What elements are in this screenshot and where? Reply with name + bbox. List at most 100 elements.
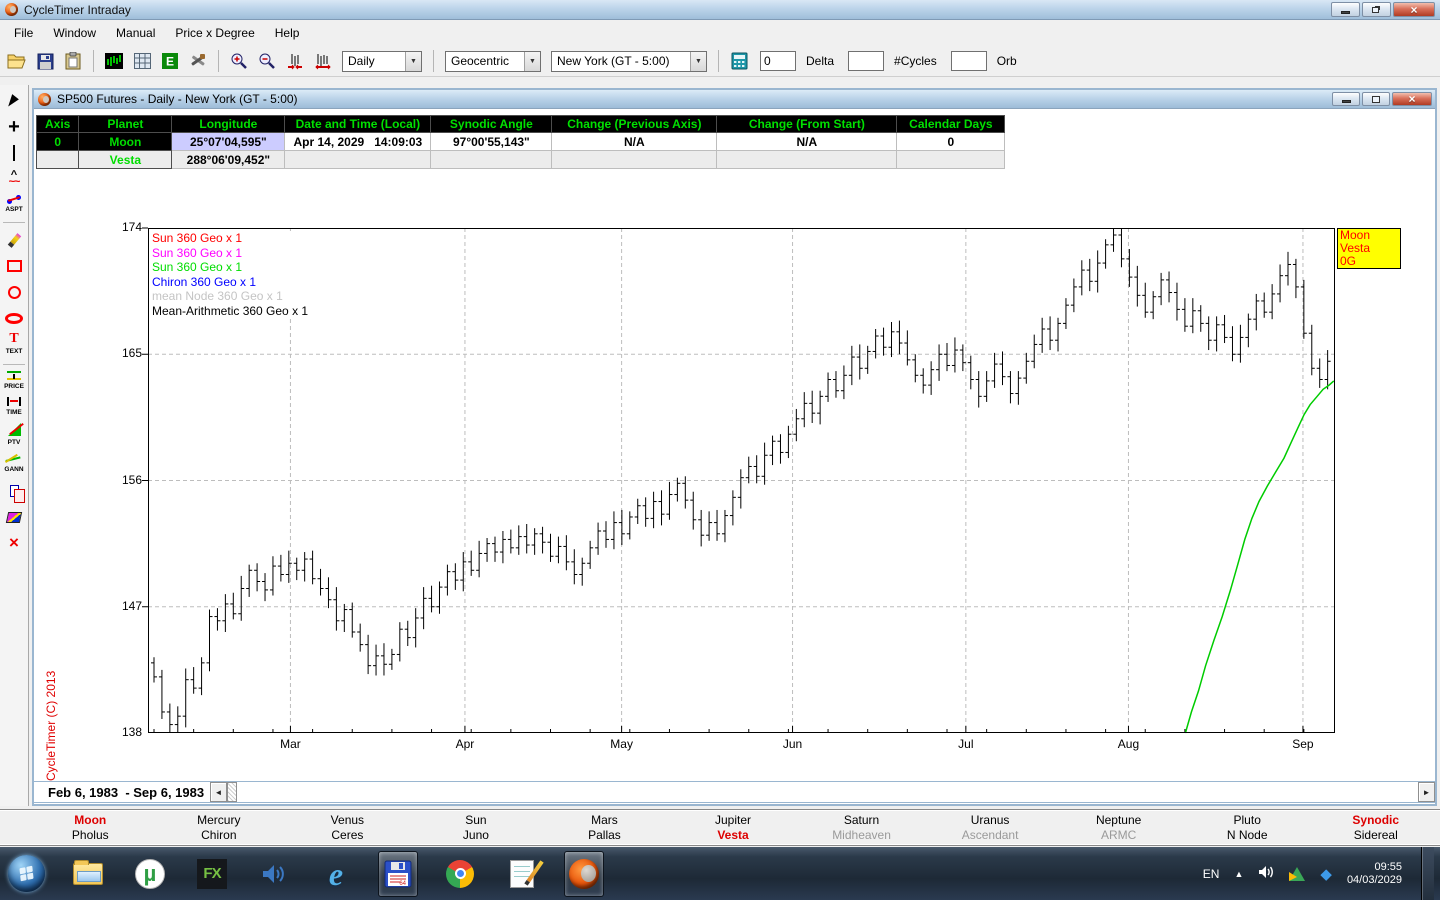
save-button[interactable] (32, 48, 58, 74)
volume-mixer-icon[interactable] (254, 851, 294, 897)
google-drive-icon[interactable] (1289, 867, 1305, 881)
chart-view-button[interactable] (101, 48, 127, 74)
planet-column-synodic[interactable]: SynodicSidereal (1311, 813, 1440, 845)
utorrent-icon[interactable]: µ (130, 851, 170, 897)
scrollbar-thumb[interactable] (227, 782, 237, 802)
delta-input[interactable] (760, 51, 796, 71)
planet-column-neptune[interactable]: NeptuneARMC (1054, 813, 1183, 845)
planet-bottom-label[interactable]: Vesta (669, 828, 798, 843)
planet-column-mercury[interactable]: MercuryChiron (155, 813, 284, 845)
grid-view-button[interactable] (129, 48, 155, 74)
floppy64-icon[interactable]: 64 (378, 851, 418, 897)
tray-expand-icon[interactable]: ▲ (1234, 869, 1243, 879)
zoom-out-button[interactable] (254, 48, 280, 74)
compress-bars-button[interactable] (282, 48, 308, 74)
planet-top-label[interactable]: Mars (540, 813, 669, 828)
planet-column-venus[interactable]: VenusCeres (283, 813, 412, 845)
zoom-in-button[interactable] (226, 48, 252, 74)
notepad-icon[interactable] (502, 851, 542, 897)
planet-bottom-label[interactable]: N Node (1183, 828, 1312, 843)
planet-column-pluto[interactable]: PlutoN Node (1183, 813, 1312, 845)
planet-top-label[interactable]: Neptune (1054, 813, 1183, 828)
tools-button[interactable] (185, 48, 211, 74)
menu-file[interactable]: File (4, 21, 43, 45)
text-icon[interactable]: TTEXT (1, 333, 27, 358)
chart-maximize-button[interactable] (1362, 92, 1390, 106)
restore-button[interactable] (1362, 2, 1391, 17)
wave-icon[interactable]: ^~~ (1, 168, 27, 190)
planet-column-mars[interactable]: MarsPallas (540, 813, 669, 845)
crosshair-icon[interactable]: + (1, 116, 27, 138)
vline-icon[interactable] (1, 142, 27, 164)
time-icon[interactable]: TIME (1, 397, 27, 419)
planet-top-label[interactable]: Jupiter (669, 813, 798, 828)
pointer-icon[interactable] (1, 90, 27, 112)
planet-top-label[interactable]: Uranus (926, 813, 1055, 828)
menu-price-x-degree[interactable]: Price x Degree (165, 21, 264, 45)
planet-top-label[interactable]: Venus (283, 813, 412, 828)
planet-bottom-label[interactable]: Midheaven (797, 828, 926, 843)
chart-minimize-button[interactable] (1332, 92, 1360, 106)
internet-explorer-icon[interactable]: e (316, 851, 356, 897)
close-button[interactable]: × (1393, 2, 1435, 17)
planet-bottom-label[interactable]: Ceres (283, 828, 412, 843)
chrome-icon[interactable] (440, 851, 480, 897)
circle-icon[interactable] (1, 281, 27, 303)
planet-bottom-label[interactable]: ARMC (1054, 828, 1183, 843)
ptv-icon[interactable]: PTV (1, 423, 27, 449)
tray-volume-icon[interactable] (1258, 865, 1274, 882)
planet-bottom-label[interactable]: Chiron (155, 828, 284, 843)
chevron-down-icon[interactable]: ▼ (405, 52, 421, 71)
cycles-input[interactable] (848, 51, 884, 71)
delete-icon[interactable]: × (1, 532, 27, 554)
aspect-icon[interactable]: ASPT (1, 194, 27, 216)
planet-bottom-label[interactable]: Pholus (26, 828, 155, 843)
planet-top-label[interactable]: Synodic (1311, 813, 1440, 828)
copy-icon[interactable] (1, 480, 27, 502)
menu-help[interactable]: Help (265, 21, 310, 45)
language-indicator[interactable]: EN (1203, 867, 1220, 881)
planet-top-label[interactable]: Pluto (1183, 813, 1312, 828)
start-button[interactable] (6, 851, 46, 897)
dropbox-icon[interactable]: ◆ (1320, 865, 1332, 883)
cycletimer-taskbar-icon[interactable] (564, 851, 604, 897)
price-chart[interactable] (132, 227, 1335, 734)
calculator-icon[interactable] (726, 48, 752, 74)
pencil-icon[interactable] (1, 229, 27, 251)
planet-column-saturn[interactable]: SaturnMidheaven (797, 813, 926, 845)
scrollbar-track[interactable] (237, 782, 1418, 802)
scroll-left-button[interactable]: ◄ (210, 782, 227, 802)
menu-window[interactable]: Window (43, 21, 106, 45)
system-combobox[interactable]: Geocentric ▼ (445, 51, 541, 72)
planet-top-label[interactable]: Moon (26, 813, 155, 828)
planet-bottom-label[interactable]: Sidereal (1311, 828, 1440, 843)
expand-bars-button[interactable] (310, 48, 336, 74)
planet-column-uranus[interactable]: UranusAscendant (926, 813, 1055, 845)
planet-bottom-label[interactable]: Pallas (540, 828, 669, 843)
timezone-combobox[interactable]: New York (GT - 5:00) ▼ (551, 51, 707, 72)
planet-column-sun[interactable]: SunJuno (412, 813, 541, 845)
book-icon[interactable] (1, 506, 27, 528)
chevron-down-icon[interactable]: ▼ (524, 52, 540, 71)
scroll-right-button[interactable]: ► (1418, 782, 1435, 802)
paste-button[interactable] (60, 48, 86, 74)
rectangle-icon[interactable] (1, 255, 27, 277)
planet-bottom-label[interactable]: Juno (412, 828, 541, 843)
explorer-icon[interactable] (68, 851, 108, 897)
chart-close-button[interactable]: × (1392, 92, 1432, 106)
chevron-down-icon[interactable]: ▼ (690, 52, 706, 71)
fx-trading-icon[interactable]: FX (192, 851, 232, 897)
clock[interactable]: 09:55 04/03/2029 (1347, 861, 1402, 887)
planet-top-label[interactable]: Saturn (797, 813, 926, 828)
ephemeris-button[interactable]: E (157, 48, 183, 74)
planet-column-moon[interactable]: MoonPholus (26, 813, 155, 845)
ellipse-icon[interactable] (1, 307, 27, 329)
period-combobox[interactable]: Daily ▼ (342, 51, 422, 72)
planet-bottom-label[interactable]: Ascendant (926, 828, 1055, 843)
gann-icon[interactable]: GANN (1, 453, 27, 476)
price-icon[interactable]: PRICE (1, 371, 27, 393)
planet-column-jupiter[interactable]: JupiterVesta (669, 813, 798, 845)
menu-manual[interactable]: Manual (106, 21, 165, 45)
minimize-button[interactable] (1331, 2, 1360, 17)
planet-top-label[interactable]: Mercury (155, 813, 284, 828)
